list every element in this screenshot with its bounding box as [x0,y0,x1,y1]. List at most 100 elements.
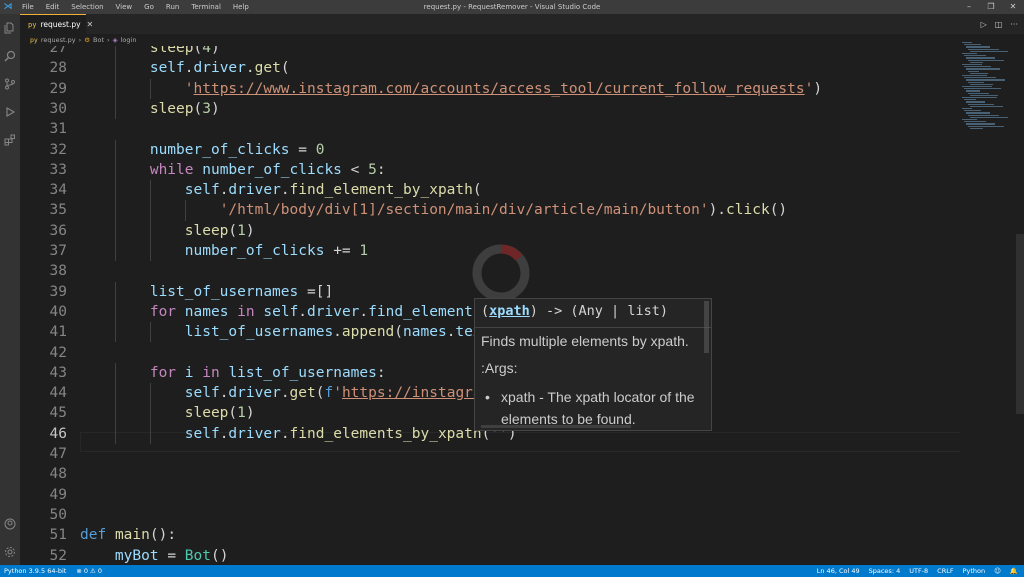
code-text[interactable]: sleep(1) [80,403,255,423]
code-line[interactable]: 51 def main(): [20,525,960,545]
close-icon[interactable]: ✕ [1002,0,1024,14]
code-text[interactable]: def main(): [80,525,176,545]
code-text[interactable]: sleep(3) [80,99,220,119]
hover-horizontal-scrollbar[interactable] [481,425,631,428]
vertical-scrollbar[interactable] [1014,34,1024,565]
code-line[interactable]: 36 sleep(1) [20,221,960,241]
breadcrumb-class[interactable]: Bot [93,36,104,44]
problems-count[interactable]: ⊗ 0 ⚠ 0 [76,567,102,575]
minimap-line [966,101,985,103]
code-line[interactable]: 33 while number_of_clicks < 5: [20,160,960,180]
menu-go[interactable]: Go [138,0,160,14]
code-line[interactable]: 32 number_of_clicks = 0 [20,140,960,160]
code-line[interactable]: 35 '/html/body/div[1]/section/main/div/a… [20,200,960,220]
cursor-position[interactable]: Ln 46, Col 49 [817,567,860,575]
line-number: 49 [49,486,67,503]
minimap-line [968,70,979,72]
minimap-line [962,75,987,77]
code-text[interactable]: number_of_clicks += 1 [80,241,368,261]
explorer-icon[interactable] [0,18,20,38]
indent-guide [114,322,116,343]
account-icon[interactable] [0,514,20,534]
code-text[interactable]: sleep(1) [80,221,255,241]
run-debug-icon[interactable] [0,102,20,122]
line-number: 40 [49,303,67,320]
code-text[interactable]: sleep(4) [80,46,220,58]
indent-guide [114,159,116,181]
python-interpreter[interactable]: Python 3.9.5 64-bit [4,567,66,575]
code-text[interactable]: myBot = Bot() [80,546,229,566]
minimap-line [964,88,1001,90]
code-text[interactable]: list_of_usernames.append(names.text) [80,322,499,342]
code-line[interactable]: 47 [20,444,960,464]
line-number: 39 [49,283,67,300]
window-controls: – ❐ ✕ [958,0,1024,14]
hover-scrollbar[interactable] [704,301,709,353]
indent-guide [114,200,116,221]
feedback-icon[interactable]: ☺ [994,567,1001,575]
minimap-line [964,77,996,79]
code-text[interactable]: 'https://www.instagram.com/accounts/acce… [80,79,822,99]
menu-run[interactable]: Run [160,0,185,14]
loading-spinner-icon [472,244,530,302]
code-text[interactable]: self.driver.get( [80,58,290,78]
line-number: 41 [49,324,67,341]
menu-file[interactable]: File [16,0,40,14]
code-text[interactable]: list_of_usernames =[] [80,282,333,302]
code-line[interactable]: 29 'https://www.instagram.com/accounts/a… [20,79,960,99]
end-of-line[interactable]: CRLF [937,567,953,575]
menu-terminal[interactable]: Terminal [185,0,227,14]
tab-close-icon[interactable]: ✕ [87,20,94,29]
extensions-icon[interactable] [0,130,20,150]
code-text[interactable]: self.driver.get(f'https://instagram. [80,383,499,403]
code-line[interactable]: 49 [20,485,960,505]
breadcrumb-method[interactable]: login [121,36,137,44]
code-text[interactable]: '/html/body/div[1]/section/main/div/arti… [80,200,787,220]
code-text[interactable]: number_of_clicks = 0 [80,140,325,160]
code-line[interactable]: 48 [20,464,960,484]
code-line[interactable]: 31 [20,119,960,139]
indent-guide [114,220,116,241]
file-encoding[interactable]: UTF-8 [909,567,928,575]
code-line[interactable]: 50 [20,505,960,525]
code-text[interactable]: for names in self.driver.find_elements_b [80,302,499,322]
line-number: 33 [49,161,67,178]
line-number: 32 [49,141,67,158]
split-editor-icon[interactable]: ◫ [995,20,1003,29]
code-text[interactable]: for i in list_of_usernames: [80,363,386,383]
indentation[interactable]: Spaces: 4 [869,567,901,575]
breadcrumb-file[interactable]: request.py [41,36,76,44]
menu-help[interactable]: Help [227,0,255,14]
tab-request-py[interactable]: py request.py ✕ [20,14,93,34]
minimap-line [966,46,990,48]
code-text[interactable]: while number_of_clicks < 5: [80,160,386,180]
source-control-icon[interactable] [0,74,20,94]
code-line[interactable]: 52 myBot = Bot() [20,546,960,566]
code-text[interactable]: self.driver.find_element_by_xpath( [80,180,482,200]
scrollbar-thumb[interactable] [1016,234,1024,414]
code-line[interactable]: 27 sleep(4) [20,46,960,58]
minimize-icon[interactable]: – [958,0,980,14]
signature-open-paren: ( [481,303,490,319]
language-mode[interactable]: Python [963,567,986,575]
code-line[interactable]: 30 sleep(3) [20,99,960,119]
minimap-line [962,108,972,110]
notifications-bell-icon[interactable]: 🔔 [1010,567,1018,575]
code-line[interactable]: 28 self.driver.get( [20,58,960,78]
menu-selection[interactable]: Selection [65,0,109,14]
minimap-line [968,125,1004,127]
search-icon[interactable] [0,46,20,66]
minimap[interactable] [958,42,1014,132]
code-line[interactable]: 34 self.driver.find_element_by_xpath( [20,180,960,200]
run-file-icon[interactable]: ▷ [981,20,987,29]
code-text[interactable]: self.driver.find_elements_by_xpath('') [80,424,517,444]
menu-edit[interactable]: Edit [40,0,66,14]
settings-gear-icon[interactable] [0,542,20,562]
minimap-line [964,44,981,46]
minimap-line [968,114,999,116]
line-number: 38 [49,263,67,280]
menu-view[interactable]: View [110,0,139,14]
indent-guide [149,322,151,343]
maximize-icon[interactable]: ❐ [980,0,1002,14]
more-actions-icon[interactable]: ··· [1010,20,1018,29]
